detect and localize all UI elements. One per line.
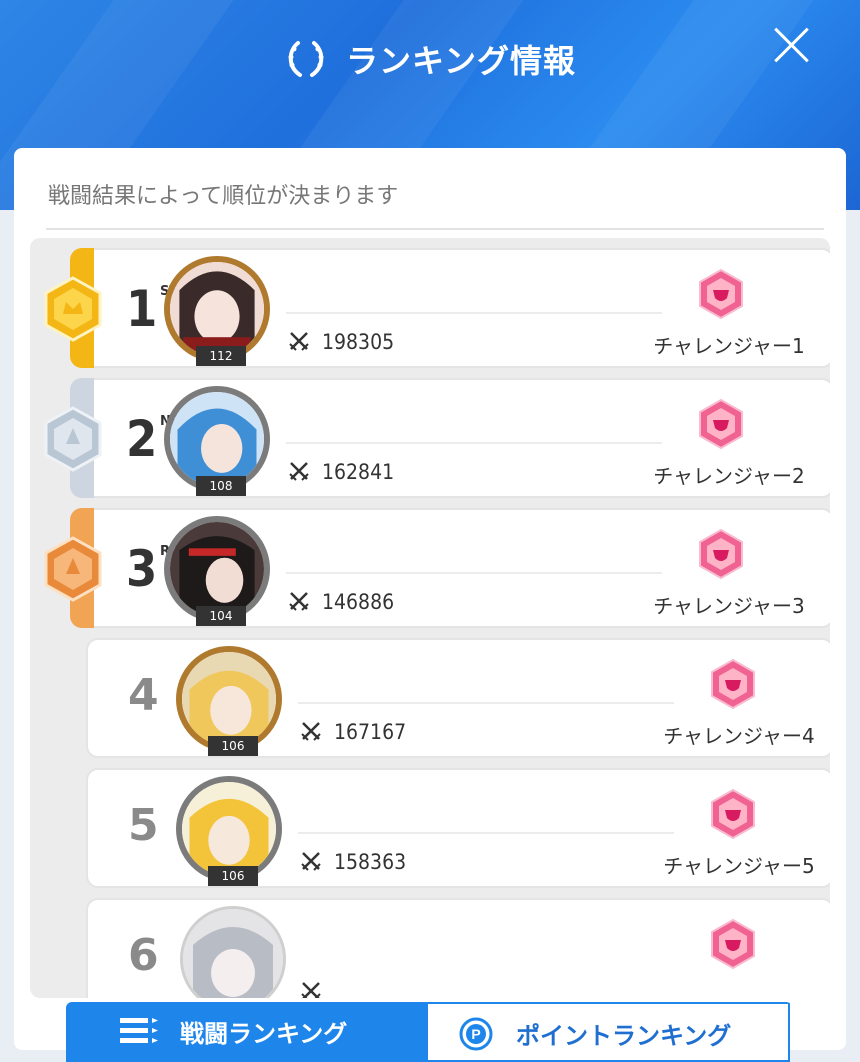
crossed-swords-icon	[301, 852, 321, 871]
ranking-panel: 戦闘結果によって順位が決まります 1 ST 112 198305 チャレンジャー…	[14, 148, 846, 1050]
tab-label: 戦闘ランキング	[180, 1020, 348, 1048]
challenger-rank-badge-icon	[711, 788, 755, 840]
ranking-row[interactable]: 1 ST 112 198305 チャレンジャー1	[44, 248, 830, 368]
rank-tier-label: チャレンジャー1	[653, 334, 805, 358]
rank-tier-label: チャレンジャー5	[663, 854, 815, 878]
crossed-swords-icon	[289, 462, 309, 481]
ranking-row[interactable]: 4 106 167167 チャレンジャー4	[86, 638, 830, 758]
rank-number: 3	[126, 540, 158, 598]
crossed-swords-icon	[301, 722, 321, 741]
level-badge: 112	[196, 346, 246, 366]
player-name-divider	[286, 442, 662, 444]
silver-medal-icon	[44, 406, 102, 472]
ranking-tabs: 戦闘ランキング P ポイントランキング	[66, 1002, 792, 1062]
rank-number: 1	[126, 280, 158, 338]
player-name-divider	[298, 832, 674, 834]
page-title: ランキング情報	[0, 36, 860, 82]
player-name-divider	[298, 702, 674, 704]
list-icon	[120, 1018, 158, 1043]
crossed-swords-icon	[301, 982, 321, 998]
tab-battle-ranking[interactable]: 戦闘ランキング	[66, 1002, 428, 1062]
crossed-swords-icon	[289, 592, 309, 611]
challenger-rank-badge-icon	[699, 528, 743, 580]
combat-score: 158363	[334, 850, 407, 874]
rank-number: 4	[128, 670, 159, 721]
points-coin-icon: P	[459, 1017, 493, 1051]
ranking-row[interactable]: 3 RD 104 146886 チャレンジャー3	[44, 508, 830, 628]
combat-score: 146886	[322, 590, 395, 614]
rank-number: 2	[126, 410, 158, 468]
gold-medal-icon	[44, 276, 102, 342]
rank-tier-label: チャレンジャー3	[653, 594, 805, 618]
crossed-swords-icon	[289, 332, 309, 351]
player-name-divider	[286, 572, 662, 574]
bronze-medal-icon	[44, 536, 102, 602]
close-icon[interactable]	[770, 24, 812, 66]
level-badge: 106	[208, 736, 258, 756]
combat-score: 198305	[322, 330, 395, 354]
level-badge: 108	[196, 476, 246, 496]
ranking-row[interactable]: 2 ND 108 162841 チャレンジャー2	[44, 378, 830, 498]
challenger-rank-badge-icon	[711, 918, 755, 970]
divider	[46, 228, 824, 230]
tab-point-ranking[interactable]: P ポイントランキング	[428, 1002, 790, 1062]
avatar[interactable]	[180, 906, 286, 998]
page-title-text: ランキング情報	[345, 42, 577, 80]
challenger-rank-badge-icon	[699, 398, 743, 450]
tab-label: ポイントランキング	[516, 1022, 732, 1050]
combat-score: 162841	[322, 460, 395, 484]
laurel-wreath-icon	[288, 41, 324, 77]
ranking-row[interactable]: 5 106 158363 チャレンジャー5	[86, 768, 830, 888]
ranking-list[interactable]: 1 ST 112 198305 チャレンジャー1 2 ND 108 162841…	[30, 238, 830, 998]
rank-tier-label: チャレンジャー2	[653, 464, 805, 488]
rank-number: 6	[128, 930, 159, 981]
challenger-rank-badge-icon	[711, 658, 755, 710]
svg-text:P: P	[471, 1026, 480, 1042]
level-badge: 104	[196, 606, 246, 626]
rank-tier-label: チャレンジャー4	[663, 724, 815, 748]
challenger-rank-badge-icon	[699, 268, 743, 320]
combat-score: 167167	[334, 720, 407, 744]
level-badge: 106	[208, 866, 258, 886]
rank-number: 5	[128, 800, 159, 851]
ranking-row[interactable]: 6	[86, 898, 830, 998]
player-name-divider	[286, 312, 662, 314]
panel-subtitle: 戦闘結果によって順位が決まります	[48, 184, 399, 209]
